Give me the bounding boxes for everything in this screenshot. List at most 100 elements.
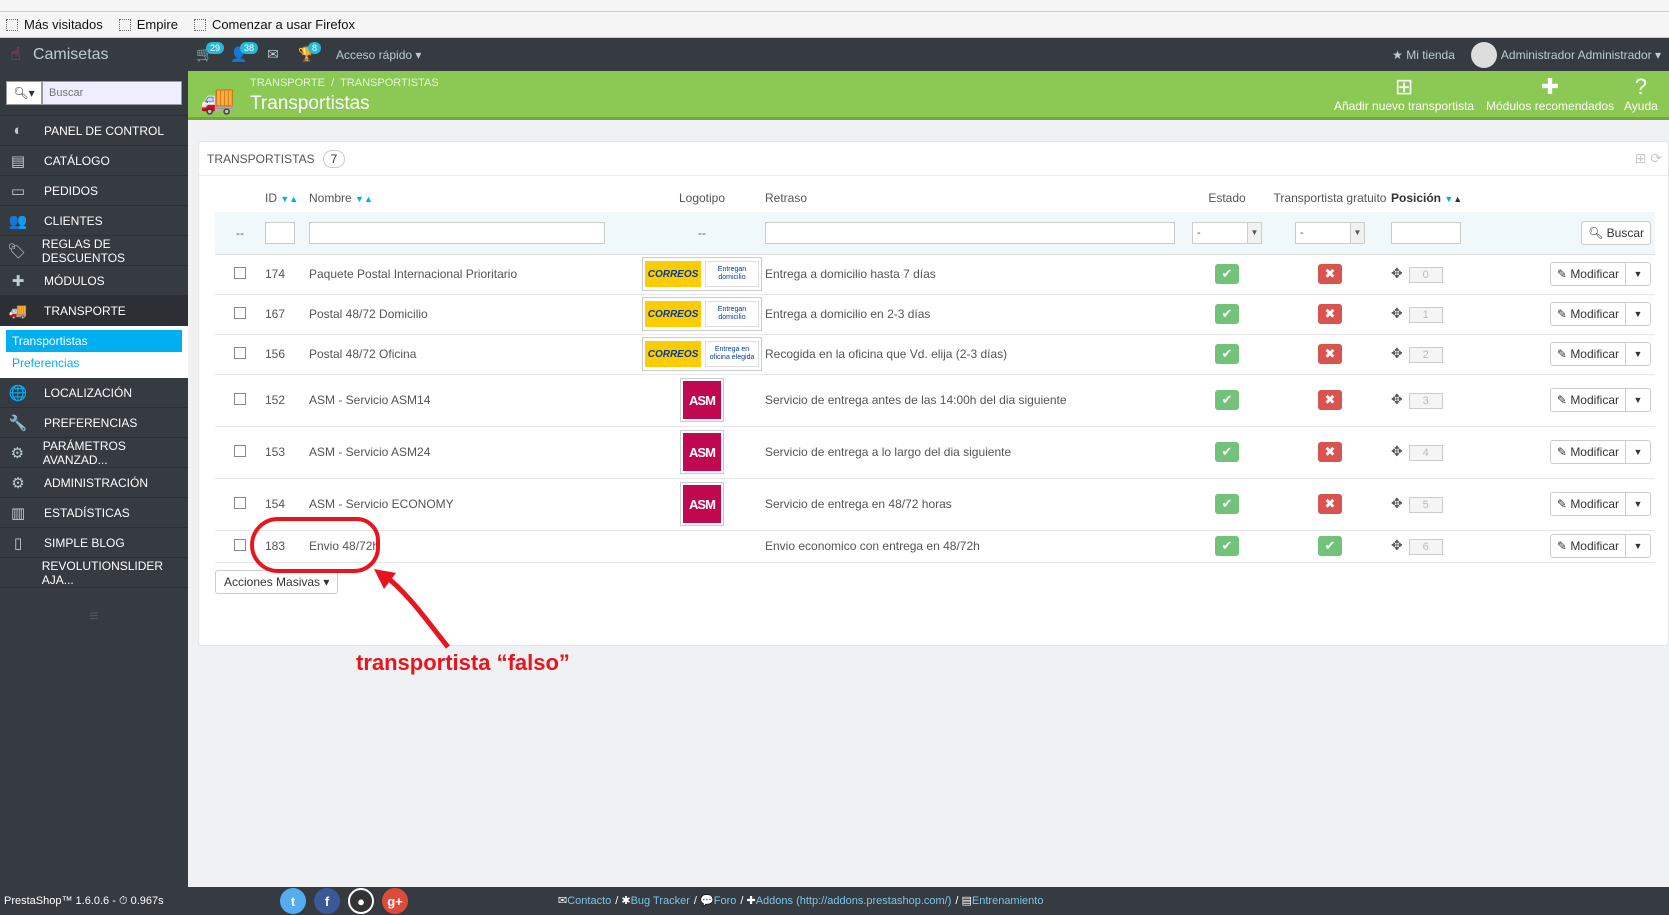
drag-handle-icon[interactable]: ✥ bbox=[1391, 495, 1403, 511]
sidebar-item-stats[interactable]: ▥ ESTADÍSTICAS bbox=[0, 498, 188, 528]
footer-link-training[interactable]: Entrenamiento bbox=[972, 895, 1044, 907]
check-icon[interactable]: ✔ bbox=[1215, 442, 1239, 462]
modify-button[interactable]: ✎ Modificar ▼ bbox=[1549, 342, 1651, 366]
refresh-icon[interactable]: ⟳ bbox=[1650, 150, 1662, 166]
search-input[interactable] bbox=[42, 81, 182, 105]
sidebar-item-preferences[interactable]: 🔧 PREFERENCIAS bbox=[0, 408, 188, 438]
drag-handle-icon[interactable]: ✥ bbox=[1391, 537, 1403, 553]
bulk-actions-button[interactable]: Acciones Masivas ▾ bbox=[215, 570, 339, 594]
sidebar-item-dashboard[interactable]: ◐ PANEL DE CONTROL bbox=[0, 116, 188, 146]
avatar[interactable] bbox=[1470, 41, 1497, 68]
sidebar-item-catalog[interactable]: ▤ CATÁLOGO bbox=[0, 146, 188, 176]
check-icon[interactable]: ✔ bbox=[1215, 304, 1239, 324]
cross-icon[interactable]: ✖ bbox=[1318, 390, 1342, 410]
help-button[interactable]: ? Ayuda bbox=[1624, 75, 1658, 114]
row-checkbox[interactable] bbox=[234, 496, 246, 509]
sidebar-item-administration[interactable]: ⚙ ADMINISTRACIÓN bbox=[0, 468, 188, 498]
filter-delay-input[interactable] bbox=[765, 221, 1175, 244]
filter-free-select[interactable]: - ▼ bbox=[1295, 221, 1365, 244]
messages-notification[interactable]: ✉ bbox=[256, 38, 290, 71]
orders-notification[interactable]: 🛒 29 bbox=[188, 38, 225, 71]
shop-logo[interactable]: ☝ Camisetas bbox=[0, 38, 188, 71]
caret-down-icon[interactable]: ▼ bbox=[1626, 441, 1650, 463]
sidebar-item-orders[interactable]: ▭ PEDIDOS bbox=[0, 176, 188, 206]
modify-button[interactable]: ✎ Modificar ▼ bbox=[1549, 302, 1651, 326]
recommended-modules-button[interactable]: ✚ Módulos recomendados bbox=[1486, 75, 1614, 114]
check-icon[interactable]: ✔ bbox=[1215, 264, 1239, 284]
footer-link-forum[interactable]: Foro bbox=[714, 895, 737, 907]
table-row[interactable]: 153 ASM - Servicio ASM24 ASM Servicio de en… bbox=[215, 426, 1655, 479]
cross-icon[interactable]: ✖ bbox=[1318, 264, 1342, 284]
table-row[interactable]: 183 Envio 48/72h Envio economico con entre… bbox=[215, 530, 1655, 563]
sidebar-item-localization[interactable]: 🌐 LOCALIZACIÓN bbox=[0, 378, 188, 408]
my-store-link[interactable]: ★ Mi tienda bbox=[1392, 48, 1455, 62]
sidebar-collapse-handle[interactable]: ≡ bbox=[0, 608, 188, 626]
footer-link-bugtracker[interactable]: Bug Tracker bbox=[631, 895, 690, 907]
trophy-notification[interactable]: 🏆 8 bbox=[290, 38, 324, 71]
row-checkbox[interactable] bbox=[234, 306, 246, 319]
sidebar-item-shipping[interactable]: 🚚 TRANSPORTE bbox=[0, 296, 188, 326]
caret-down-icon[interactable]: ▼ bbox=[1626, 343, 1650, 365]
add-carrier-button[interactable]: ⊞ Añadir nuevo transportista bbox=[1334, 75, 1474, 114]
submenu-preferences[interactable]: Preferencias bbox=[6, 352, 182, 374]
caret-down-icon[interactable]: ▼ bbox=[1626, 493, 1650, 515]
row-checkbox[interactable] bbox=[234, 266, 246, 279]
sidebar-item-customers[interactable]: 👥 CLIENTES bbox=[0, 206, 188, 236]
twitter-icon[interactable]: t bbox=[280, 888, 306, 914]
col-position[interactable]: Posición ▼▲ bbox=[1391, 184, 1521, 212]
row-checkbox[interactable] bbox=[234, 444, 246, 457]
google-plus-icon[interactable]: g+ bbox=[382, 888, 408, 914]
caret-down-icon[interactable]: ▼ bbox=[1626, 303, 1650, 325]
filter-name-input[interactable] bbox=[309, 221, 605, 244]
add-icon[interactable]: ⊞ bbox=[1635, 150, 1647, 166]
caret-down-icon[interactable]: ▼ bbox=[1626, 263, 1650, 285]
filter-status-select[interactable]: - ▼ bbox=[1192, 221, 1262, 244]
drag-handle-icon[interactable]: ✥ bbox=[1391, 305, 1403, 321]
bookmark-empire[interactable]: Empire bbox=[118, 17, 178, 32]
drag-handle-icon[interactable]: ✥ bbox=[1391, 345, 1403, 361]
modify-button[interactable]: ✎ Modificar ▼ bbox=[1549, 262, 1651, 286]
modify-button[interactable]: ✎ Modificar ▼ bbox=[1549, 440, 1651, 464]
table-row[interactable]: 156 Postal 48/72 Oficina CORREOS Entrega en… bbox=[215, 334, 1655, 375]
table-row[interactable]: 152 ASM - Servicio ASM14 ASM Servicio de en… bbox=[215, 374, 1655, 427]
quick-access-dropdown[interactable]: Acceso rápido ▾ bbox=[336, 48, 421, 62]
table-row[interactable]: 174 Paquete Postal Internacional Priorita… bbox=[215, 254, 1655, 295]
table-row[interactable]: 154 ASM - Servicio ECONOMY ASM Servicio de … bbox=[215, 478, 1655, 531]
check-icon[interactable]: ✔ bbox=[1215, 344, 1239, 364]
modify-button[interactable]: ✎ Modificar ▼ bbox=[1549, 388, 1651, 412]
cross-icon[interactable]: ✖ bbox=[1318, 442, 1342, 462]
user-menu[interactable]: Administrador Administrador ▾ bbox=[1501, 48, 1661, 62]
bookmark-most-visited[interactable]: Más visitados bbox=[6, 17, 103, 32]
caret-down-icon[interactable]: ▼ bbox=[1626, 389, 1650, 411]
facebook-icon[interactable]: f bbox=[314, 888, 340, 914]
row-checkbox[interactable] bbox=[234, 538, 246, 551]
filter-position-input[interactable] bbox=[1391, 221, 1461, 244]
check-icon[interactable]: ✔ bbox=[1215, 536, 1239, 556]
sidebar-item-blog[interactable]: ▯ SIMPLE BLOG bbox=[0, 528, 188, 558]
check-icon[interactable]: ✔ bbox=[1215, 390, 1239, 410]
github-icon[interactable]: ● bbox=[348, 888, 374, 914]
search-button[interactable]: 🔍︎ Buscar bbox=[1581, 220, 1651, 245]
modify-button[interactable]: ✎ Modificar ▼ bbox=[1549, 534, 1651, 558]
sidebar-item-revslider[interactable]: REVOLUTIONSLIDER AJA... bbox=[0, 558, 188, 588]
row-checkbox[interactable] bbox=[234, 392, 246, 405]
table-row[interactable]: 167 Postal 48/72 Domicilio CORREOS Entregan… bbox=[215, 294, 1655, 335]
footer-link-addons[interactable]: Addons (http://addons.prestashop.com/) bbox=[756, 895, 952, 907]
customers-notification[interactable]: 👤 38 bbox=[222, 38, 259, 71]
col-name[interactable]: Nombre ▼▲ bbox=[309, 184, 639, 212]
footer-link-contact[interactable]: Contacto bbox=[567, 895, 611, 907]
sort-icon[interactable]: ▼▲ bbox=[1444, 194, 1462, 204]
check-icon[interactable]: ✔ bbox=[1215, 494, 1239, 514]
cross-icon[interactable]: ✖ bbox=[1318, 494, 1342, 514]
sort-icon[interactable]: ▼▲ bbox=[280, 194, 298, 204]
drag-handle-icon[interactable]: ✥ bbox=[1391, 391, 1403, 407]
row-checkbox[interactable] bbox=[234, 346, 246, 359]
cross-icon[interactable]: ✖ bbox=[1318, 344, 1342, 364]
submenu-carriers[interactable]: Transportistas bbox=[6, 330, 182, 352]
sort-icon[interactable]: ▼▲ bbox=[355, 194, 373, 204]
caret-down-icon[interactable]: ▼ bbox=[1626, 535, 1650, 557]
drag-handle-icon[interactable]: ✥ bbox=[1391, 265, 1403, 281]
drag-handle-icon[interactable]: ✥ bbox=[1391, 443, 1403, 459]
search-type-button[interactable]: 🔍︎ ▾ bbox=[6, 81, 42, 105]
col-id[interactable]: ID ▼▲ bbox=[265, 184, 309, 212]
